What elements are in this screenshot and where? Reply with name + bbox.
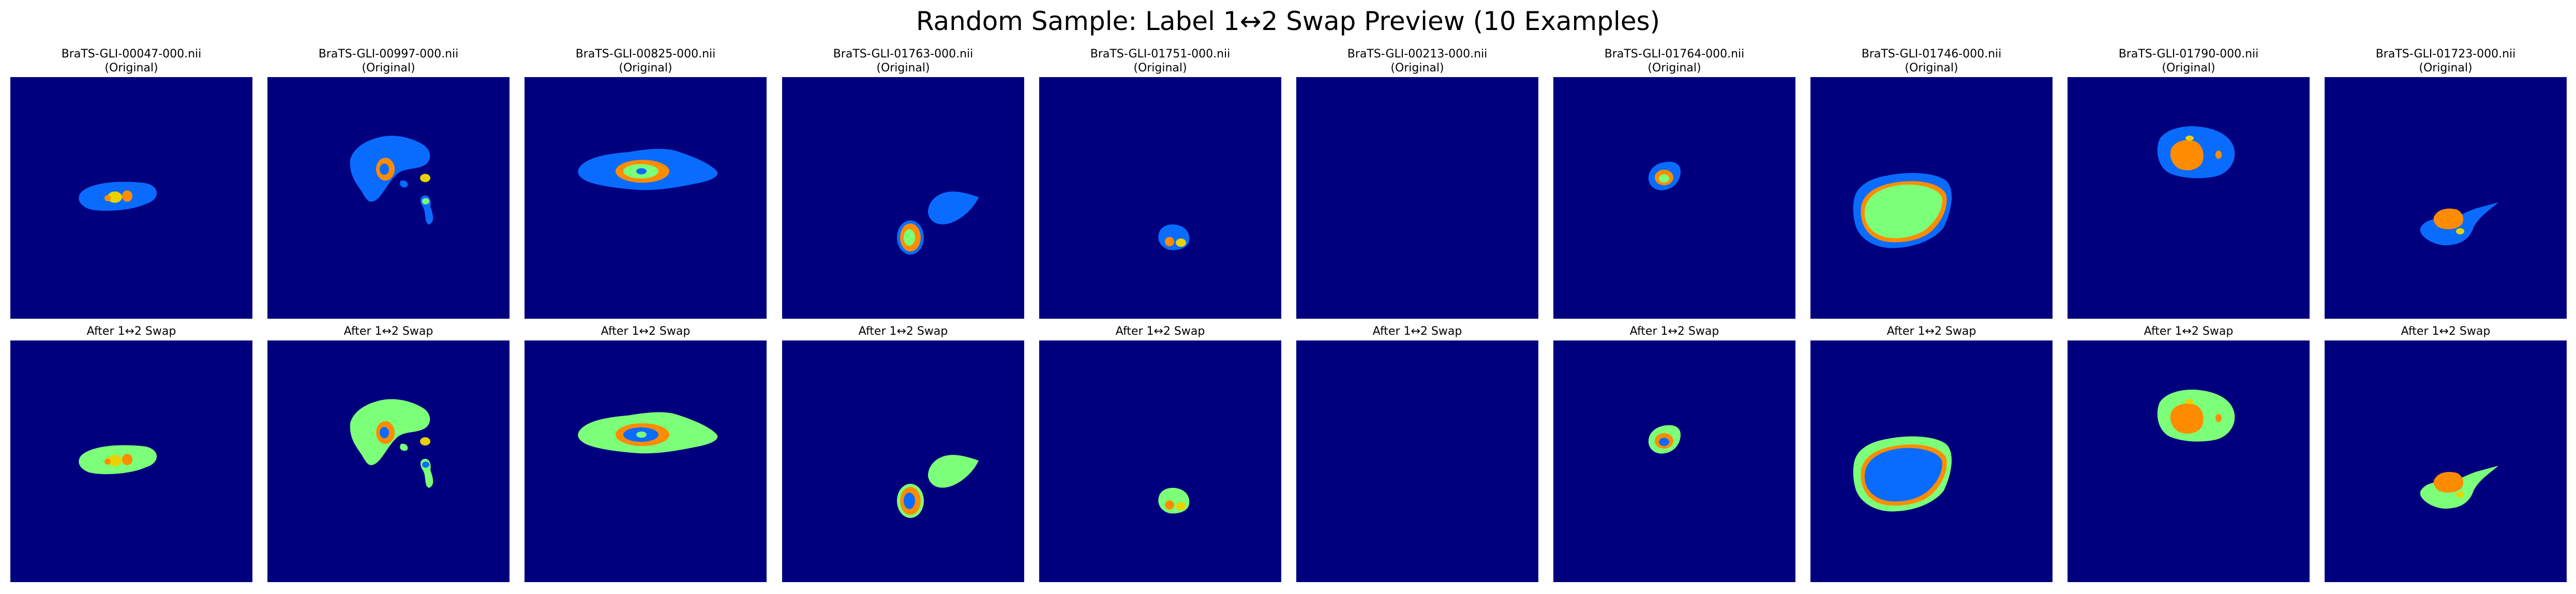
original-panel: BraTS-GLI-01764-000.nii (Original) — [1553, 45, 1795, 319]
original-caption: (Original) — [619, 62, 672, 75]
segmentation-image — [1296, 77, 1538, 319]
file-name: BraTS-GLI-00825-000.nii — [575, 48, 716, 61]
original-panel: BraTS-GLI-00047-000.nii (Original) — [10, 45, 252, 319]
original-caption: (Original) — [876, 62, 930, 75]
panel-title: After 1↔2 Swap — [2325, 322, 2567, 340]
segmentation-image — [1553, 77, 1795, 319]
figure-title: Random Sample: Label 1↔2 Swap Preview (1… — [916, 6, 1660, 36]
swap-caption: After 1↔2 Swap — [1886, 325, 1976, 338]
file-name: BraTS-GLI-01751-000.nii — [1090, 48, 1231, 61]
segmentation-image — [267, 340, 510, 582]
swapped-panel: After 1↔2 Swap — [2068, 322, 2310, 582]
segmentation-image — [267, 77, 510, 319]
file-name: BraTS-GLI-00047-000.nii — [61, 48, 202, 61]
original-panel: BraTS-GLI-00825-000.nii (Original) — [525, 45, 767, 319]
original-caption: (Original) — [362, 62, 415, 75]
panel-title: BraTS-GLI-00825-000.nii (Original) — [525, 45, 767, 77]
original-caption: (Original) — [1133, 62, 1187, 75]
segmentation-image — [782, 77, 1024, 319]
segmentation-image — [1810, 77, 2053, 319]
original-caption: (Original) — [1905, 62, 1958, 75]
segmentation-image — [1553, 340, 1795, 582]
file-name: BraTS-GLI-01763-000.nii — [833, 48, 974, 61]
panel-title: After 1↔2 Swap — [782, 322, 1024, 340]
segmentation-image — [2068, 77, 2310, 319]
original-caption: (Original) — [1648, 62, 1701, 75]
segmentation-image — [782, 340, 1024, 582]
swapped-panel: After 1↔2 Swap — [2325, 322, 2567, 582]
swap-caption: After 1↔2 Swap — [2144, 325, 2234, 338]
swapped-panel: After 1↔2 Swap — [525, 322, 767, 582]
segmentation-image — [10, 77, 252, 319]
swap-caption: After 1↔2 Swap — [1115, 325, 1205, 338]
file-name: BraTS-GLI-01790-000.nii — [2118, 48, 2259, 61]
panel-title: BraTS-GLI-01751-000.nii (Original) — [1039, 45, 1281, 77]
segmentation-image — [1039, 77, 1281, 319]
panel-title: BraTS-GLI-00997-000.nii (Original) — [267, 45, 510, 77]
original-caption: (Original) — [2162, 62, 2215, 75]
swapped-panel: After 1↔2 Swap — [10, 322, 252, 582]
swapped-panel: After 1↔2 Swap — [267, 322, 510, 582]
original-caption: (Original) — [104, 62, 158, 75]
panel-title: After 1↔2 Swap — [267, 322, 510, 340]
swap-caption: After 1↔2 Swap — [1629, 325, 1719, 338]
segmentation-image — [525, 77, 767, 319]
panel-title: After 1↔2 Swap — [1553, 322, 1795, 340]
segmentation-image — [525, 340, 767, 582]
swapped-panel: After 1↔2 Swap — [1553, 322, 1795, 582]
swapped-panel: After 1↔2 Swap — [782, 322, 1024, 582]
original-caption: (Original) — [2419, 62, 2473, 75]
panel-title: BraTS-GLI-00213-000.nii (Original) — [1296, 45, 1538, 77]
swap-caption: After 1↔2 Swap — [2401, 325, 2491, 338]
segmentation-image — [1039, 340, 1281, 582]
panel-title: BraTS-GLI-01723-000.nii (Original) — [2325, 45, 2567, 77]
panel-title: After 1↔2 Swap — [1810, 322, 2053, 340]
swapped-panel: After 1↔2 Swap — [1296, 322, 1538, 582]
panel-title: BraTS-GLI-01763-000.nii (Original) — [782, 45, 1024, 77]
panel-title: BraTS-GLI-00047-000.nii (Original) — [10, 45, 252, 77]
panel-title: BraTS-GLI-01746-000.nii (Original) — [1810, 45, 2053, 77]
panel-title: After 1↔2 Swap — [2068, 322, 2310, 340]
swap-caption: After 1↔2 Swap — [86, 325, 176, 338]
original-panel: BraTS-GLI-00997-000.nii (Original) — [267, 45, 510, 319]
original-panel: BraTS-GLI-00213-000.nii (Original) — [1296, 45, 1538, 319]
panel-title: After 1↔2 Swap — [525, 322, 767, 340]
file-name: BraTS-GLI-01764-000.nii — [1604, 48, 1745, 61]
panel-title: BraTS-GLI-01764-000.nii (Original) — [1553, 45, 1795, 77]
file-name: BraTS-GLI-01723-000.nii — [2375, 48, 2516, 61]
original-panel: BraTS-GLI-01763-000.nii (Original) — [782, 45, 1024, 319]
segmentation-image — [2325, 340, 2567, 582]
original-caption: (Original) — [1390, 62, 1444, 75]
panel-title: After 1↔2 Swap — [1296, 322, 1538, 340]
file-name: BraTS-GLI-00213-000.nii — [1347, 48, 1488, 61]
panel-title: BraTS-GLI-01790-000.nii (Original) — [2068, 45, 2310, 77]
original-panel: BraTS-GLI-01746-000.nii (Original) — [1810, 45, 2053, 319]
swapped-panel: After 1↔2 Swap — [1810, 322, 2053, 582]
panel-title: After 1↔2 Swap — [10, 322, 252, 340]
original-panel: BraTS-GLI-01751-000.nii (Original) — [1039, 45, 1281, 319]
file-name: BraTS-GLI-01746-000.nii — [1861, 48, 2002, 61]
swap-caption: After 1↔2 Swap — [343, 325, 433, 338]
segmentation-image — [1810, 340, 2053, 582]
original-panel: BraTS-GLI-01723-000.nii (Original) — [2325, 45, 2567, 319]
original-panel: BraTS-GLI-01790-000.nii (Original) — [2068, 45, 2310, 319]
segmentation-image — [10, 340, 252, 582]
file-name: BraTS-GLI-00997-000.nii — [318, 48, 459, 61]
swap-caption: After 1↔2 Swap — [858, 325, 948, 338]
segmentation-image — [2325, 77, 2567, 319]
panel-title: After 1↔2 Swap — [1039, 322, 1281, 340]
swapped-panel: After 1↔2 Swap — [1039, 322, 1281, 582]
swap-caption: After 1↔2 Swap — [601, 325, 691, 338]
swap-caption: After 1↔2 Swap — [1372, 325, 1462, 338]
segmentation-image — [2068, 340, 2310, 582]
segmentation-image — [1296, 340, 1538, 582]
